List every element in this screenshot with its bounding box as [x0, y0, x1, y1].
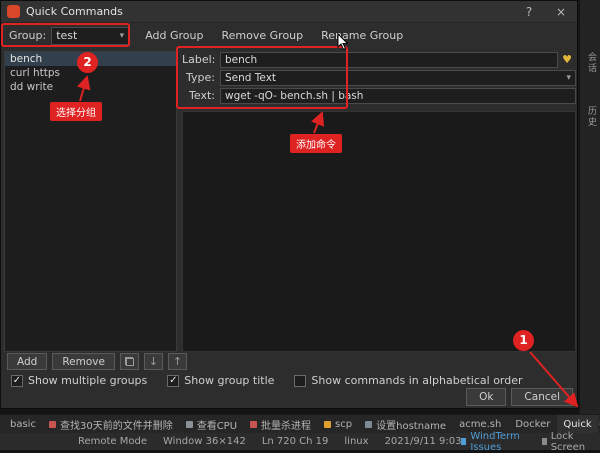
- tab-icon: [365, 421, 372, 428]
- dialog-close-button[interactable]: ×: [545, 1, 577, 23]
- label-value: bench: [225, 54, 257, 66]
- text-input[interactable]: wget -qO- bench.sh | bash: [220, 88, 576, 104]
- command-list: bench curl https dd write: [4, 51, 177, 352]
- arrow-down-icon: ↓: [149, 355, 158, 368]
- checkbox-show-multiple-groups[interactable]: ✓ Show multiple groups: [11, 374, 147, 387]
- quick-commands-dialog: Quick Commands ? × Group: test ▾ Add Gro…: [0, 0, 578, 409]
- tab-label: 查找30天前的文件并删除: [60, 417, 173, 432]
- chevron-down-icon: ▾: [566, 73, 571, 83]
- tab-label: Docker: [515, 419, 550, 430]
- type-row: Type: Send Text ▾: [182, 69, 576, 86]
- checkbox-icon[interactable]: ✓: [167, 375, 179, 387]
- copy-button[interactable]: [120, 353, 139, 370]
- text-caption: Text:: [182, 89, 215, 102]
- help-button[interactable]: ?: [513, 1, 545, 23]
- add-button[interactable]: Add: [7, 353, 47, 370]
- type-select[interactable]: Send Text ▾: [220, 70, 576, 86]
- command-list-item[interactable]: bench: [5, 52, 176, 66]
- checkbox-label: Show commands in alphabetical order: [311, 374, 522, 387]
- tab-label: basic: [10, 419, 36, 430]
- tab-icon: [250, 421, 257, 428]
- tab-label: Quick: [563, 419, 591, 430]
- sidebar-tab-session[interactable]: 会话: [585, 52, 598, 74]
- tab-find-delete-files[interactable]: 查找30天前的文件并删除: [43, 415, 179, 433]
- status-bar: Remote Mode Window 36×142 Ln 720 Ch 19 l…: [0, 433, 600, 450]
- label-input[interactable]: bench: [220, 52, 558, 68]
- tab-label: scp: [335, 419, 352, 430]
- lock-screen-button[interactable]: Lock Screen: [542, 431, 592, 453]
- dialog-footer: Ok Cancel: [466, 388, 573, 406]
- group-label: Group:: [9, 29, 46, 42]
- status-mode: Remote Mode: [78, 436, 147, 447]
- menu-remove-group[interactable]: Remove Group: [220, 27, 306, 44]
- text-row: Text: wget -qO- bench.sh | bash: [182, 87, 576, 104]
- tab-view-cpu[interactable]: 查看CPU: [180, 415, 243, 433]
- type-value: Send Text: [225, 72, 276, 84]
- windterm-issues-link[interactable]: WindTerm Issues: [461, 431, 527, 453]
- tab-kill-processes[interactable]: 批量杀进程: [244, 415, 317, 433]
- tab-set-hostname[interactable]: 设置hostname: [359, 415, 452, 433]
- checkbox-icon[interactable]: ✓: [11, 375, 23, 387]
- menu-rename-group[interactable]: Rename Group: [319, 27, 405, 44]
- tab-label: acme.sh: [459, 419, 501, 430]
- status-datetime: 2021/9/11 9:03: [385, 436, 462, 447]
- group-select[interactable]: test ▾: [51, 27, 129, 45]
- tab-icon: [49, 421, 56, 428]
- label-row: Label: bench ♥: [182, 51, 576, 68]
- command-list-item[interactable]: curl https: [5, 66, 176, 80]
- tab-icon: [186, 421, 193, 428]
- tab-icon: [324, 421, 331, 428]
- remove-button[interactable]: Remove: [52, 353, 115, 370]
- quick-commands-icon: [7, 5, 20, 18]
- checkbox-icon[interactable]: [294, 375, 306, 387]
- tab-label: 批量杀进程: [261, 417, 311, 432]
- sidebar-tab-history[interactable]: 历史: [585, 106, 598, 128]
- issues-icon: [461, 438, 466, 445]
- arrow-up-icon: ↑: [173, 355, 182, 368]
- status-right: WindTerm Issues Lock Screen: [461, 431, 592, 453]
- command-form: Label: bench ♥ Type: Send Text ▾ Text: w…: [182, 51, 576, 105]
- cancel-button[interactable]: Cancel: [511, 388, 573, 406]
- checkbox-show-group-title[interactable]: ✓ Show group title: [167, 374, 274, 387]
- label-caption: Label:: [182, 53, 215, 66]
- status-shell: linux: [344, 436, 368, 447]
- dialog-titlebar: Quick Commands ? ×: [1, 1, 577, 23]
- list-actions: Add Remove ↓ ↑: [7, 353, 187, 370]
- lock-icon: [542, 438, 547, 445]
- tab-label: 查看CPU: [197, 417, 237, 432]
- favorite-icon[interactable]: ♥: [558, 53, 576, 66]
- tab-basic[interactable]: basic: [4, 415, 42, 433]
- status-cursor-position: Ln 720 Ch 19: [262, 436, 329, 447]
- menu-add-group[interactable]: Add Group: [143, 27, 205, 44]
- checkbox-label: Show multiple groups: [28, 374, 147, 387]
- dialog-toolbar: Group: test ▾ Add Group Remove Group Ren…: [1, 23, 577, 48]
- group-select-value: test: [56, 29, 77, 42]
- move-down-button[interactable]: ↓: [144, 353, 163, 370]
- text-value: wget -qO- bench.sh | bash: [225, 90, 363, 102]
- tab-scp[interactable]: scp: [318, 415, 358, 433]
- checkbox-label: Show group title: [184, 374, 274, 387]
- chevron-down-icon: ▾: [120, 31, 125, 41]
- right-sidebar: 会话 历史: [579, 0, 600, 414]
- command-list-item[interactable]: dd write: [5, 80, 176, 94]
- group-control: Group: test ▾: [9, 27, 129, 45]
- tab-label: 设置hostname: [376, 417, 446, 432]
- dialog-title: Quick Commands: [26, 5, 513, 18]
- status-left: Remote Mode Window 36×142 Ln 720 Ch 19 l…: [78, 436, 461, 447]
- status-window-size: Window 36×142: [163, 436, 246, 447]
- ok-button[interactable]: Ok: [466, 388, 506, 406]
- command-editor-area[interactable]: [182, 111, 576, 352]
- options-row: ✓ Show multiple groups ✓ Show group titl…: [11, 374, 523, 387]
- checkbox-alphabetical-order[interactable]: Show commands in alphabetical order: [294, 374, 522, 387]
- move-up-button[interactable]: ↑: [168, 353, 187, 370]
- type-caption: Type:: [182, 71, 215, 84]
- copy-icon: [125, 357, 134, 366]
